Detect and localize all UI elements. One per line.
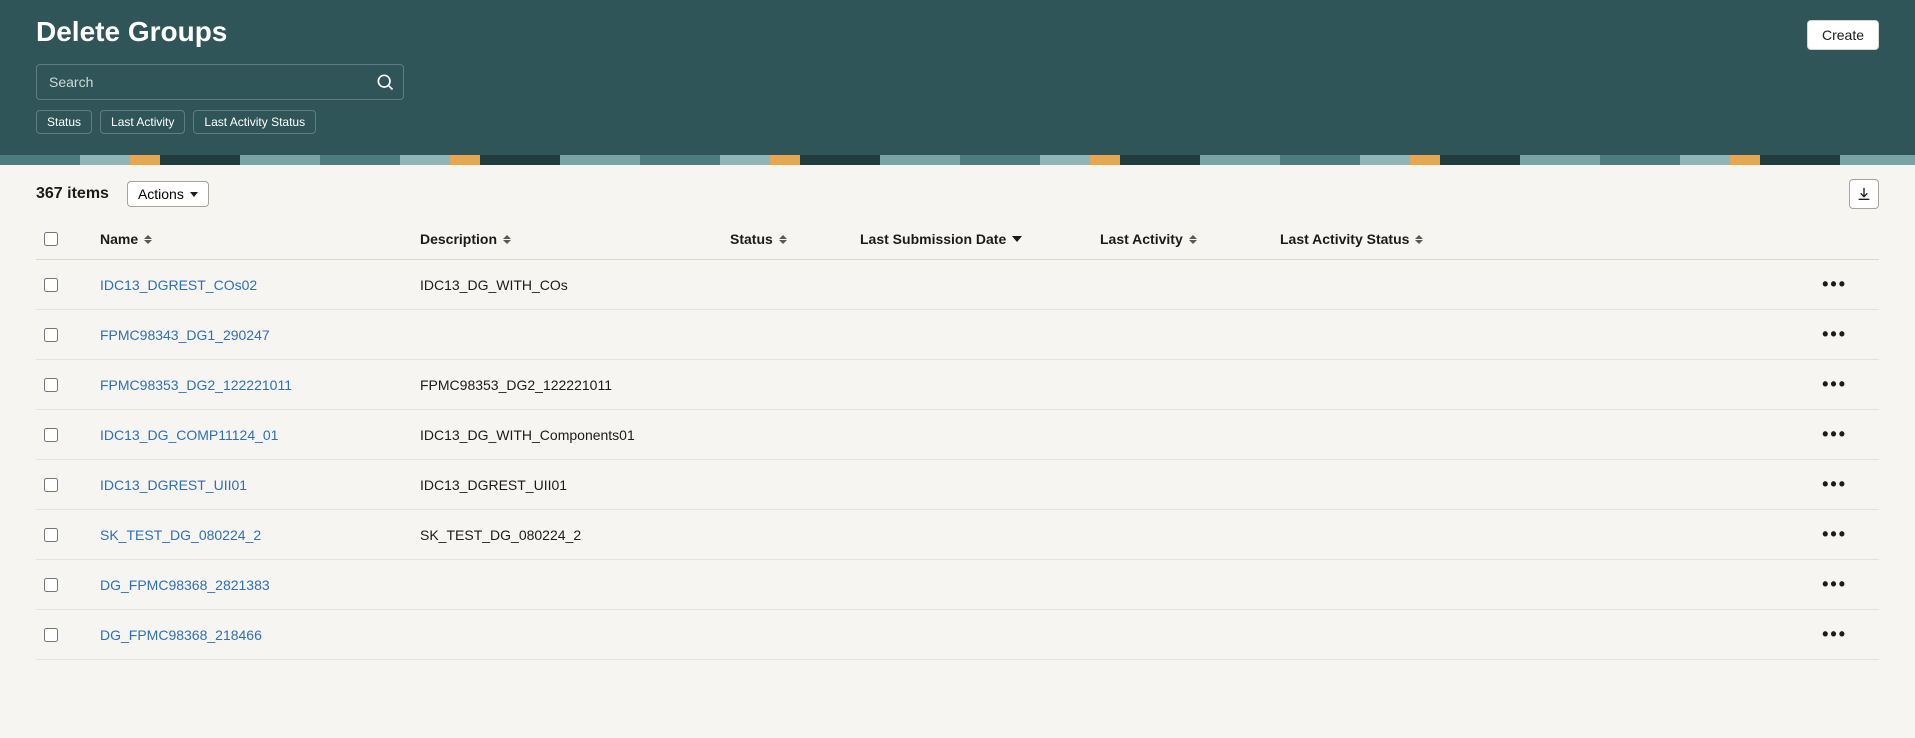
row-checkbox[interactable] [44,278,58,292]
download-icon [1856,186,1872,202]
toolbar-left: 367 items Actions [36,181,209,207]
search-area: Status Last Activity Last Activity Statu… [36,64,1879,134]
table-row: IDC13_DGREST_COs02 IDC13_DG_WITH_COs ••• [36,260,1879,310]
table-body: IDC13_DGREST_COs02IDC13_DG_WITH_COs•••FP… [0,260,1915,660]
name-link[interactable]: DG_FPMC98368_218466 [100,627,262,643]
sort-icon [503,233,513,245]
column-label: Last Activity Status [1280,231,1409,247]
row-select [40,525,100,545]
toolbar: 367 items Actions [0,165,1915,223]
row-actions-button[interactable]: ••• [1818,270,1851,299]
cell-name: SK_TEST_DG_080224_2 [100,527,420,543]
cell-name: IDC13_DGREST_COs02 [100,277,420,293]
search-box[interactable] [36,64,404,100]
cell-name: IDC13_DGREST_UII01 [100,477,420,493]
table-row: IDC13_DG_COMP11124_01 IDC13_DG_WITH_Compo… [36,410,1879,460]
column-label: Name [100,231,138,247]
row-actions-button[interactable]: ••• [1818,520,1851,549]
row-checkbox[interactable] [44,528,58,542]
cell-name: DG_FPMC98368_218466 [100,627,420,643]
column-label: Last Submission Date [860,231,1006,247]
filter-row: Status Last Activity Last Activity Statu… [36,110,1879,134]
row-select [40,325,100,345]
chevron-down-icon [190,192,198,197]
sort-icon [1415,233,1425,245]
name-link[interactable]: SK_TEST_DG_080224_2 [100,527,261,543]
name-link[interactable]: DG_FPMC98368_2821383 [100,577,270,593]
column-header-status[interactable]: Status [730,231,860,247]
sort-icon [144,233,154,245]
row-actions-button[interactable]: ••• [1818,620,1851,649]
row-checkbox[interactable] [44,478,58,492]
row-checkbox[interactable] [44,628,58,642]
row-select [40,475,100,495]
row-actions-button[interactable]: ••• [1818,420,1851,449]
search-input[interactable] [47,73,375,91]
name-link[interactable]: IDC13_DG_COMP11124_01 [100,427,278,443]
cell-description: IDC13_DGREST_UII01 [420,477,730,493]
filter-chip-last-activity-status[interactable]: Last Activity Status [193,110,316,134]
column-header-activity[interactable]: Last Activity [1100,231,1280,247]
page-header-top: Delete Groups Create [36,10,1879,60]
column-header-submission[interactable]: Last Submission Date [860,231,1100,247]
name-link[interactable]: FPMC98343_DG1_290247 [100,327,270,343]
row-checkbox[interactable] [44,378,58,392]
cell-name: DG_FPMC98368_2821383 [100,577,420,593]
name-link[interactable]: IDC13_DGREST_COs02 [100,277,257,293]
row-actions-button[interactable]: ••• [1818,570,1851,599]
column-header-name[interactable]: Name [100,231,420,247]
cell-description: SK_TEST_DG_080224_2 [420,527,730,543]
page-header: Delete Groups Create Status Last Activit… [0,0,1915,165]
column-label: Last Activity [1100,231,1183,247]
cell-description: FPMC98353_DG2_122221011 [420,377,730,393]
row-select [40,425,100,445]
row-actions-button[interactable]: ••• [1818,370,1851,399]
column-header-description[interactable]: Description [420,231,730,247]
cell-name: FPMC98353_DG2_122221011 [100,377,420,393]
filter-chip-last-activity[interactable]: Last Activity [100,110,185,134]
row-select [40,375,100,395]
header-decoration [0,155,1915,165]
row-select [40,275,100,295]
table-row: SK_TEST_DG_080224_2 SK_TEST_DG_080224_2 ••… [36,510,1879,560]
filter-chip-status[interactable]: Status [36,110,92,134]
column-label: Status [730,231,773,247]
cell-description: IDC13_DG_WITH_Components01 [420,427,730,443]
row-select [40,575,100,595]
table-header-row: Name Description Status Last Submission … [36,223,1879,260]
sort-icon [779,233,789,245]
table-row: IDC13_DGREST_UII01 IDC13_DGREST_UII01 ••• [36,460,1879,510]
sort-icon [1189,233,1199,245]
column-header-activity-status[interactable]: Last Activity Status [1280,231,1500,247]
row-checkbox[interactable] [44,578,58,592]
column-label: Description [420,231,497,247]
actions-label: Actions [138,186,184,202]
row-actions-button[interactable]: ••• [1818,320,1851,349]
name-link[interactable]: FPMC98353_DG2_122221011 [100,377,292,393]
cell-name: IDC13_DG_COMP11124_01 [100,427,420,443]
chevron-down-icon [1012,236,1022,242]
column-select-all [40,229,100,249]
row-checkbox[interactable] [44,428,58,442]
results-table: Name Description Status Last Submission … [0,223,1915,660]
create-button[interactable]: Create [1807,20,1879,50]
cell-description: IDC13_DG_WITH_COs [420,277,730,293]
row-checkbox[interactable] [44,328,58,342]
actions-button[interactable]: Actions [127,181,209,207]
table-row: FPMC98353_DG2_122221011 FPMC98353_DG2_122… [36,360,1879,410]
page-title: Delete Groups [36,16,227,48]
search-icon[interactable] [375,72,395,92]
table-row: DG_FPMC98368_218466 ••• [36,610,1879,660]
row-actions-button[interactable]: ••• [1818,470,1851,499]
select-all-checkbox[interactable] [44,232,58,246]
item-count: 367 items [36,185,109,203]
cell-name: FPMC98343_DG1_290247 [100,327,420,343]
name-link[interactable]: IDC13_DGREST_UII01 [100,477,247,493]
table-row: FPMC98343_DG1_290247 ••• [36,310,1879,360]
row-select [40,625,100,645]
export-button[interactable] [1849,179,1879,209]
table-row: DG_FPMC98368_2821383 ••• [36,560,1879,610]
